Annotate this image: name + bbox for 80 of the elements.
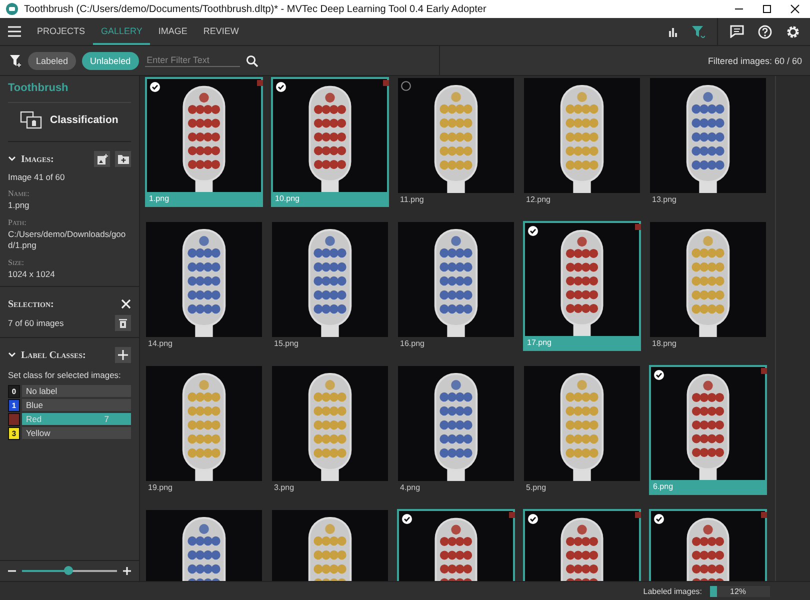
check-circle-icon[interactable]: [276, 82, 286, 92]
image-tile[interactable]: 11.png: [397, 77, 515, 207]
add-image-icon: [96, 154, 108, 164]
filter-chip[interactable]: Labeled: [28, 52, 76, 70]
file-name: 19.png: [147, 482, 174, 494]
menu-icon[interactable]: [8, 26, 21, 37]
field-label: Size:: [8, 258, 25, 267]
app-logo-icon: [6, 3, 18, 15]
add-folder-icon: [118, 154, 128, 164]
file-name: 15.png: [273, 338, 300, 350]
window-title: Toothbrush (C:/Users/demo/Documents/Toothbrush.dltp)* - MVTec Deep Learning Tool 0.4 Early Adopter: [24, 4, 488, 14]
label-class-item[interactable]: Blue: [22, 399, 131, 412]
nav-tab[interactable]: PROJECTS: [29, 18, 94, 45]
check-circle-icon[interactable]: [654, 370, 664, 380]
field-label: Name:: [8, 189, 30, 198]
filter-icon[interactable]: [692, 26, 705, 38]
file-name: 12.png: [525, 194, 552, 206]
field-value: 1024 x 1024: [8, 268, 56, 280]
filter-search-field[interactable]: Enter Filter Text: [144, 54, 240, 67]
chevron-down-icon[interactable]: [8, 352, 16, 358]
add-class-button[interactable]: [115, 347, 131, 364]
class-hint: Set class for selected images:: [8, 370, 122, 382]
progress-reading: 12%: [730, 586, 746, 596]
image-tile[interactable]: 12.png: [523, 77, 641, 207]
check-circle-icon[interactable]: [654, 514, 664, 524]
image-tile[interactable]: 3.png: [271, 365, 389, 495]
field-value: 1.png: [8, 200, 30, 212]
close-icon[interactable]: [790, 4, 800, 14]
add-folder-button[interactable]: [115, 151, 131, 167]
add-image-button[interactable]: [94, 151, 110, 167]
image-tile[interactable]: 18.png: [649, 221, 767, 351]
chat-icon[interactable]: [730, 25, 744, 38]
filter-add-icon[interactable]: [10, 54, 22, 66]
method-name: Classification: [50, 114, 118, 126]
bar-chart-icon[interactable]: [668, 26, 678, 36]
file-name: 18.png: [651, 338, 678, 350]
image-tile[interactable]: 16.png: [397, 221, 515, 351]
field-label: Path:: [8, 218, 28, 227]
project-name: Toothbrush: [7, 81, 70, 96]
check-circle-icon[interactable]: [528, 226, 538, 236]
image-tile[interactable]: 14.png: [145, 221, 263, 351]
nav-tab[interactable]: IMAGE: [150, 18, 196, 45]
nav-tab[interactable]: REVIEW: [195, 18, 247, 45]
check-circle-icon[interactable]: [528, 514, 538, 524]
slider-thumb[interactable]: [64, 566, 74, 575]
trash-icon: [119, 318, 127, 328]
image-tile[interactable]: 4.png: [397, 365, 515, 495]
maximize-icon[interactable]: [762, 4, 772, 14]
section-heading: Selection:: [8, 298, 55, 310]
search-icon[interactable]: [246, 54, 258, 66]
file-name: 3.png: [273, 482, 296, 494]
empty-circle-icon[interactable]: [401, 81, 411, 91]
file-name: 4.png: [399, 482, 422, 494]
help-icon[interactable]: [758, 24, 772, 38]
delete-button[interactable]: [115, 315, 131, 332]
settings-icon[interactable]: [786, 24, 800, 38]
labeled-images-label: Labeled images:: [643, 586, 702, 596]
check-circle-icon[interactable]: [150, 82, 160, 92]
image-tile[interactable]: 19.png: [145, 365, 263, 495]
section-heading: Images:: [21, 154, 55, 164]
label-class-item[interactable]: Yellow: [22, 427, 131, 440]
plus-icon: [118, 350, 128, 360]
image-tile[interactable]: 13.png: [649, 77, 767, 207]
file-name: 11.png: [399, 194, 425, 206]
file-name: 5.png: [525, 482, 548, 494]
section-heading: Label Classes:: [21, 350, 87, 361]
file-name: 14.png: [147, 338, 174, 350]
image-position: Image 41 of 60: [8, 172, 66, 184]
label-class-item[interactable]: No label: [22, 385, 131, 398]
file-name: 13.png: [651, 194, 678, 206]
plus-icon[interactable]: [123, 567, 131, 575]
filtered-count: Filtered images: 60 / 60: [708, 56, 803, 66]
field-value: C:/Users/demo/Downloads/good/1.png: [8, 228, 127, 252]
image-tile[interactable]: 5.png: [523, 365, 641, 495]
file-name: 16.png: [399, 338, 426, 350]
selection-count: 7 of 60 images: [8, 318, 64, 328]
chevron-down-icon[interactable]: [8, 156, 16, 162]
image-tile[interactable]: 15.png: [271, 221, 389, 351]
check-circle-icon[interactable]: [402, 514, 412, 524]
classification-icon: [20, 111, 42, 129]
